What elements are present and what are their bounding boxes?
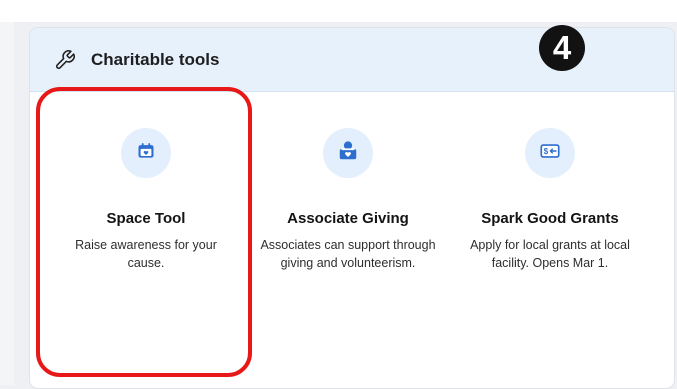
- step-number-badge: 4: [539, 25, 585, 71]
- highlight-outline: [36, 87, 252, 377]
- tool-title: Associate Giving: [287, 210, 409, 227]
- tool-description: Associates can support through giving an…: [260, 238, 436, 270]
- left-panel-edge: [0, 22, 14, 385]
- tool-title: Spark Good Grants: [481, 210, 619, 227]
- svg-text:$: $: [544, 147, 549, 156]
- tool-spark-good-grants[interactable]: $ Spark Good Grants Apply for local gran…: [445, 91, 655, 272]
- section-title: Charitable tools: [91, 50, 220, 69]
- tool-description: Apply for local grants at local facility…: [470, 238, 630, 270]
- tool-associate-giving[interactable]: Associate Giving Associates can support …: [243, 91, 453, 272]
- donation-box-icon: [337, 140, 359, 167]
- money-transfer-icon: $: [539, 140, 561, 167]
- top-bar: [0, 0, 677, 22]
- tool-icon-circle: [323, 128, 373, 178]
- wrench-icon: [54, 49, 76, 71]
- tool-icon-circle: $: [525, 128, 575, 178]
